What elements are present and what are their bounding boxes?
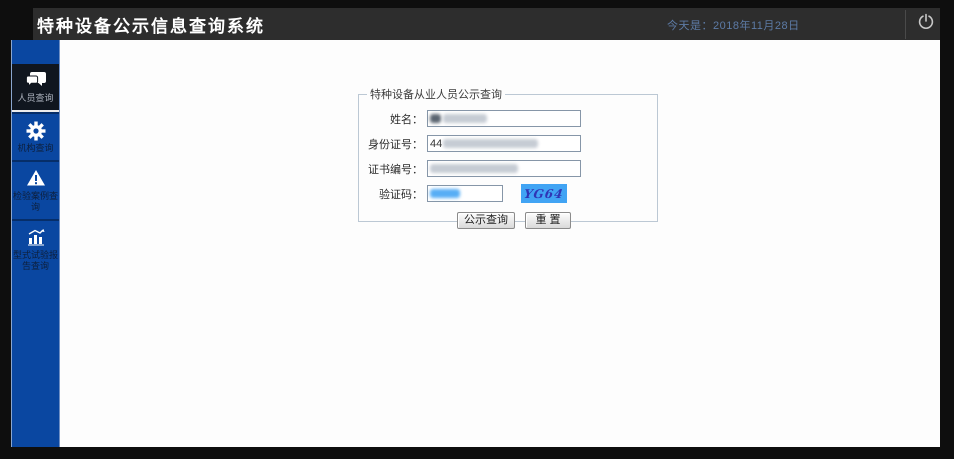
bar-chart-icon [13, 228, 58, 248]
date-value: 2018年11月28日 [713, 17, 800, 33]
certificate-number-input[interactable] [427, 160, 581, 177]
captcha-input[interactable] [427, 185, 503, 202]
sidebar-item-label: 机构查询 [13, 143, 58, 154]
header-date: 今天是： 2018年11月28日 [667, 8, 800, 41]
sidebar-item-personnel-query[interactable]: 人员查询 [12, 64, 59, 112]
chat-bubbles-icon [13, 71, 58, 91]
redacted-text [430, 189, 460, 198]
app-window: 特种设备公示信息查询系统 今天是： 2018年11月28日 [0, 0, 954, 459]
public-query-button[interactable]: 公示查询 [457, 212, 515, 229]
form-buttons: 公示查询 重 置 [457, 212, 649, 229]
main-content: 特种设备从业人员公示查询 姓名： 身份证号： 44 证书编号： [60, 40, 940, 447]
fieldset-legend: 特种设备从业人员公示查询 [367, 86, 505, 102]
sidebar-item-inspection-case-query[interactable]: 检验案例查询 [12, 160, 59, 219]
certificate-number-label: 证书编号： [367, 161, 423, 177]
sidebar-item-agency-query[interactable]: 机构查询 [12, 112, 59, 160]
id-number-input[interactable]: 44 [427, 135, 581, 152]
date-label: 今天是： [667, 17, 713, 33]
page-title: 特种设备公示信息查询系统 [37, 8, 265, 41]
captcha-image[interactable]: YG64 [521, 184, 567, 203]
redacted-text [443, 139, 538, 148]
sidebar-top-spacer [12, 40, 59, 64]
header-divider [905, 10, 906, 39]
sidebar-item-type-test-report-query[interactable]: 型式试验报告查询 [12, 219, 59, 278]
reset-button[interactable]: 重 置 [525, 212, 571, 229]
captcha-row: 验证码： YG64 [367, 185, 649, 202]
person-query-fieldset: 特种设备从业人员公示查询 姓名： 身份证号： 44 证书编号： [358, 86, 658, 222]
id-number-label: 身份证号： [367, 136, 423, 152]
id-number-row: 身份证号： 44 [367, 135, 649, 152]
sidebar-item-label: 检验案例查询 [13, 191, 58, 213]
sidebar: 人员查询 [11, 40, 60, 447]
redacted-text [430, 114, 441, 123]
name-input[interactable] [427, 110, 581, 127]
sidebar-item-label: 型式试验报告查询 [13, 250, 58, 272]
warning-triangle-icon [13, 169, 58, 189]
id-number-visible-prefix: 44 [430, 138, 442, 150]
captcha-code: YG64 [523, 187, 564, 201]
power-icon [917, 13, 935, 36]
redacted-text [430, 164, 518, 173]
name-label: 姓名： [367, 111, 423, 127]
power-button[interactable] [911, 8, 940, 41]
gear-icon [13, 121, 58, 141]
redacted-text [443, 114, 487, 123]
captcha-label: 验证码： [367, 186, 423, 202]
header-bar: 特种设备公示信息查询系统 今天是： 2018年11月28日 [33, 8, 940, 41]
sidebar-item-label: 人员查询 [13, 93, 58, 104]
certificate-number-row: 证书编号： [367, 160, 649, 177]
name-row: 姓名： [367, 110, 649, 127]
